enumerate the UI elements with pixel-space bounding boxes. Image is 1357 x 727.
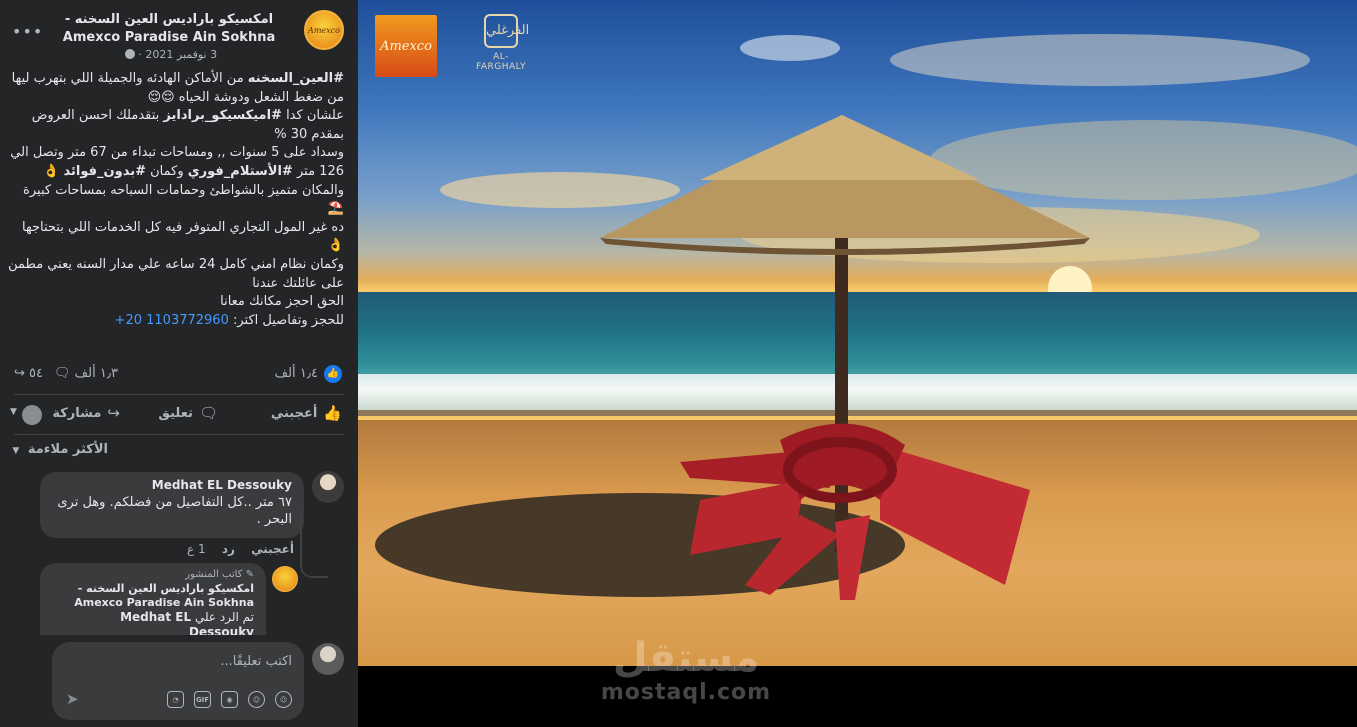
sticker-icon[interactable]: ◔ — [167, 691, 184, 708]
share-icon: ↪ — [14, 366, 25, 381]
comment-button[interactable]: 🗨 تعليق — [158, 404, 218, 422]
pencil-icon: ✎ — [245, 569, 254, 580]
al-farghaly-emblem: الفرغلي — [484, 14, 529, 48]
avatar-icon[interactable]: ☺ — [275, 691, 292, 708]
post-paragraph-7: الحق احجز مكانك معانا — [220, 294, 344, 310]
comment-icon: 🗨 — [54, 366, 71, 381]
comment-composer: ☺ ☺ ◉ GIF ◔ ➤ — [52, 642, 304, 720]
comment-bubble: Medhat EL Dessouky ٦٧ متر ..كل التفاصيل … — [40, 472, 304, 538]
current-user-avatar[interactable] — [312, 643, 344, 675]
amexco-logo: Amexco — [375, 15, 437, 77]
like-button[interactable]: 👍 أعجبني — [271, 404, 342, 422]
like-reaction-icon[interactable]: 👍 — [324, 365, 342, 383]
like-button-label: أعجبني — [270, 405, 318, 421]
post-text-span: وكمان — [145, 163, 188, 179]
reply-text: تم الرد علي Medhat EL Dessouky — [52, 610, 254, 635]
author-badge: ✎ كاتب المنشور — [52, 569, 254, 580]
comment-time[interactable]: 1 ع — [187, 542, 206, 556]
al-farghaly-logo-text: AL-FARGHALY — [476, 52, 526, 72]
gif-icon[interactable]: GIF — [194, 691, 211, 708]
comment-input[interactable] — [72, 650, 292, 672]
divider — [14, 394, 344, 395]
page-avatar[interactable]: Amexco — [304, 10, 344, 50]
post-paragraph-6: وكمان نظام امني كامل 24 ساعه علي مدار ال… — [8, 256, 344, 291]
reactions-bar: 👍 ١٫٤ ألف ١٫٣ ألف 🗨 ٥٤ ↪ — [14, 364, 342, 386]
hashtag-immediate-delivery[interactable]: #الأستلام_فوري — [188, 164, 293, 179]
sort-label: الأكثر ملاءمة — [27, 442, 108, 457]
caret-down-icon: ▼ — [12, 446, 20, 456]
post-side-panel: Amexco امكسيكو باراديس العين السخنه - Am… — [0, 0, 358, 727]
post-paragraph-2: علشان كدا #اميكسيكو_برادايز بتقدملك احسن… — [8, 107, 344, 144]
post-text-span: علشان كدا — [281, 108, 344, 124]
more-icon[interactable]: ••• — [12, 22, 43, 41]
mostaql-watermark: مستقل mostaql.com — [596, 636, 776, 706]
comment-button-label: تعليق — [158, 405, 193, 421]
comment-author[interactable]: Medhat EL Dessouky — [52, 478, 292, 492]
reply-thread-line — [300, 508, 328, 578]
composer-tools: ☺ ☺ ◉ GIF ◔ — [167, 691, 292, 708]
post-paragraph-3: وسداد على 5 سنوات ,, ومساحات تبداء من 67… — [8, 144, 344, 181]
globe-icon — [124, 49, 135, 59]
comment-sort-dropdown[interactable]: الأكثر ملاءمة ▼ — [12, 442, 108, 457]
whatsapp-phone-link[interactable]: 1103772960 20+ — [115, 313, 229, 328]
comment-like-button[interactable]: أعجبني — [251, 542, 294, 556]
send-icon[interactable]: ➤ — [66, 690, 79, 708]
amexco-logo-text: Amexco — [380, 38, 432, 54]
post-text-span: 👌 — [43, 163, 64, 179]
share-button-label: مشاركة — [52, 405, 102, 421]
post-paragraph-4: والمكان متميز بالشواطئ وحمامات السباحه ب… — [23, 182, 344, 217]
comment-count[interactable]: ١٫٣ ألف 🗨 — [54, 366, 118, 381]
camera-icon[interactable]: ◉ — [221, 691, 238, 708]
caret-down-icon: ▼ — [10, 407, 17, 417]
comment-text: ٦٧ متر ..كل التفاصيل من فضلكم. وهل ترى ا… — [57, 495, 292, 527]
post-date[interactable]: 3 نوفمبر 2021 · — [44, 48, 294, 61]
hashtag-amexco-paradise[interactable]: #اميكسيكو_برادايز — [163, 108, 282, 123]
avatar-icon — [22, 405, 42, 425]
share-button[interactable]: ↪ مشاركة — [52, 404, 120, 422]
reply-author[interactable]: امكسيكو باراديس العين السخنه - Amexco Pa… — [52, 582, 254, 610]
emoji-icon[interactable]: ☺ — [248, 691, 265, 708]
page-name-link[interactable]: امكسيكو باراديس العين السخنه - Amexco Pa… — [44, 11, 294, 47]
like-count[interactable]: ١٫٤ ألف — [275, 366, 318, 381]
page-reply-avatar[interactable] — [272, 566, 298, 592]
comment-icon: 🗨 — [198, 404, 218, 422]
post-paragraph-1: #العين_السخنه من الأماكن الهادئه والجميل… — [8, 70, 344, 107]
reply-text-prefix: تم الرد علي — [191, 610, 254, 624]
hashtag-no-interest[interactable]: #بدون_فوائد — [64, 164, 146, 179]
divider — [14, 434, 344, 435]
post-header: Amexco امكسيكو باراديس العين السخنه - Am… — [12, 10, 344, 66]
comment-reply-button[interactable]: رد — [222, 542, 235, 556]
share-count-text: ٥٤ — [29, 366, 44, 381]
watermark-arabic: مستقل — [612, 635, 760, 681]
post-text: #العين_السخنه من الأماكن الهادئه والجميل… — [8, 70, 344, 330]
comment-actions: أعجبني رد 1 ع — [114, 542, 294, 556]
share-count[interactable]: ٥٤ ↪ — [14, 366, 43, 381]
author-badge-text: كاتب المنشور — [185, 569, 243, 580]
post-text-span: للحجز وتفاصيل اكتر: — [228, 312, 344, 328]
commenter-avatar[interactable] — [312, 471, 344, 503]
thumb-icon: 👍 — [323, 404, 342, 422]
post-actions: 👍 أعجبني 🗨 تعليق ↪ مشاركة ▼ — [4, 404, 344, 428]
reaction-as-selector[interactable]: ▼ — [10, 404, 42, 426]
watermark-url: mostaql.com — [600, 680, 772, 705]
al-farghaly-logo: الفرغلي AL-FARGHALY — [470, 14, 532, 72]
hashtag-ain-sokhna[interactable]: #العين_السخنه — [248, 71, 344, 86]
reply-bubble: ✎ كاتب المنشور امكسيكو باراديس العين الس… — [40, 563, 266, 635]
post-paragraph-8: للحجز وتفاصيل اكتر: 1103772960 20+ — [8, 312, 344, 331]
share-icon: ↪ — [107, 404, 120, 422]
comment-count-text: ١٫٣ ألف — [74, 366, 119, 381]
post-date-text: 3 نوفمبر 2021 · — [138, 48, 218, 61]
post-paragraph-5: ده غير المول التجاري المتوفر فيه كل الخد… — [22, 219, 344, 254]
